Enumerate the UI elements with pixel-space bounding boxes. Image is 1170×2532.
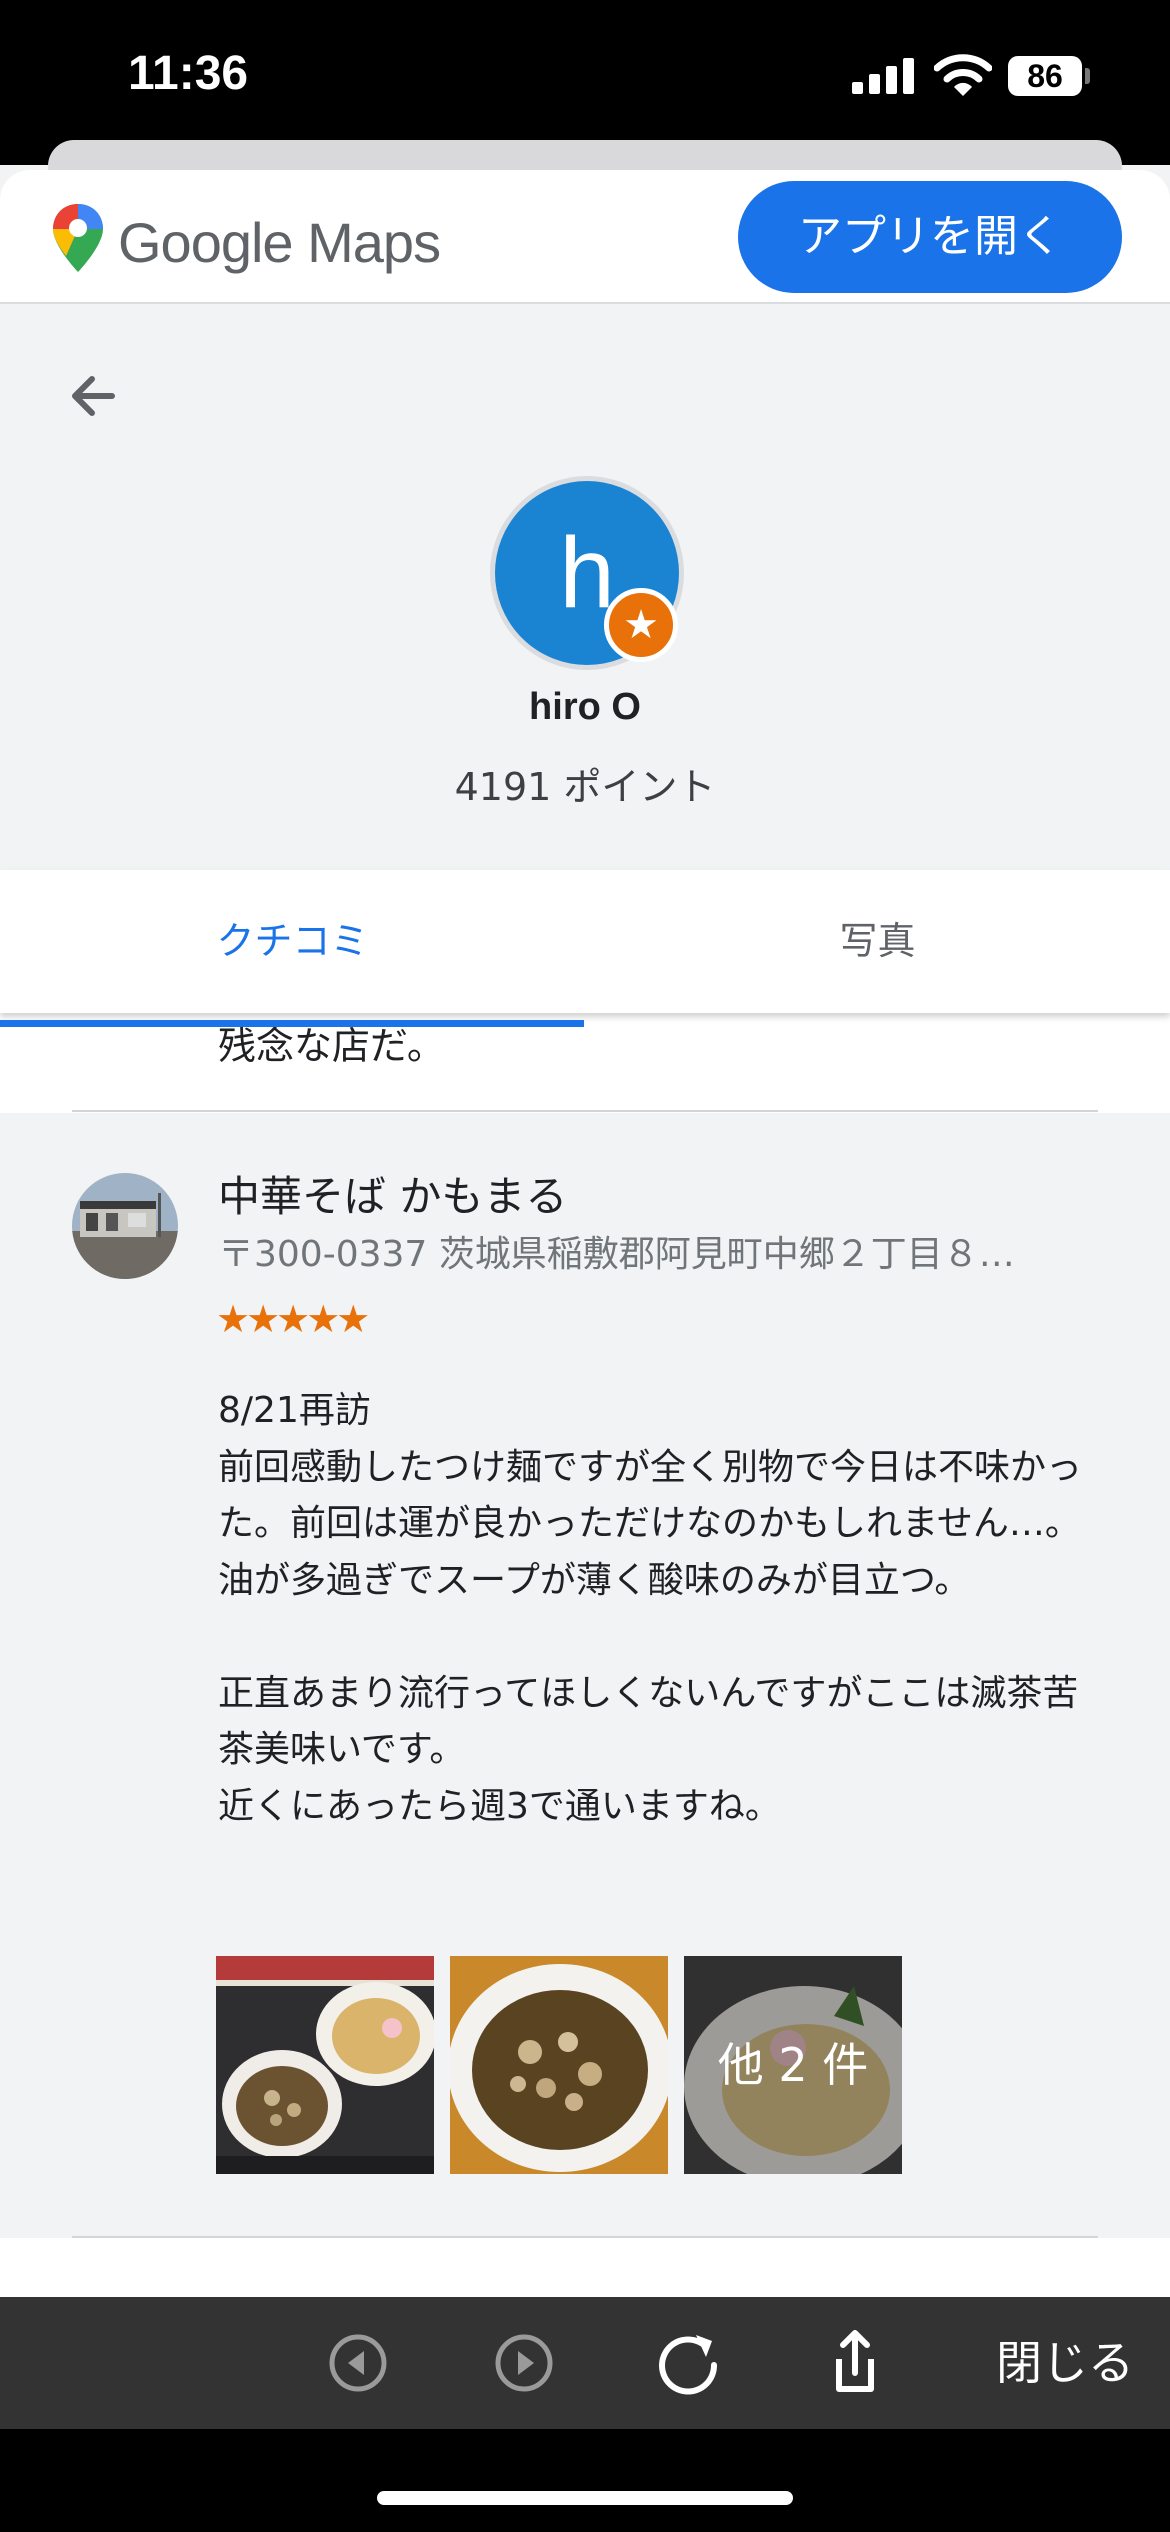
local-guide-star-icon: ★	[604, 588, 678, 662]
reload-icon[interactable]	[648, 2323, 728, 2403]
forward-icon[interactable]	[484, 2323, 564, 2403]
back-arrow-icon[interactable]	[62, 364, 126, 428]
tab-photos[interactable]: 写真	[585, 870, 1170, 1013]
place-address: 〒300-0337 茨城県稲敷郡阿見町中郷２丁目８…	[218, 1234, 1015, 1275]
divider	[72, 1110, 1098, 1112]
next-review-area	[0, 2238, 1170, 2298]
review-photo[interactable]	[216, 1956, 434, 2174]
maps-header: Google Maps アプリを開く	[0, 170, 1170, 304]
battery-icon: 86	[1008, 56, 1082, 96]
review-photo[interactable]	[450, 1956, 668, 2174]
wifi-icon	[934, 54, 992, 96]
back-icon[interactable]	[318, 2323, 398, 2403]
cellular-signal-icon	[852, 58, 916, 94]
home-bar-area	[0, 2429, 1170, 2532]
tab-bar: クチコミ 写真	[0, 870, 1170, 1013]
user-name: hiro O	[529, 686, 641, 728]
profile-section: h ★ hiro O 4191 ポイント	[0, 304, 1170, 869]
review-photo-more[interactable]: 他 2 件	[684, 1956, 902, 2174]
open-app-button[interactable]: アプリを開く	[738, 181, 1122, 293]
more-photos-label: 他 2 件	[684, 1956, 902, 2174]
google-maps-logo: Google Maps	[118, 211, 441, 274]
share-icon[interactable]	[815, 2323, 895, 2403]
review-text: 8/21再訪 前回感動したつけ麺ですが全く別物で今日は不味かった。前回は運が良か…	[218, 1390, 1083, 1827]
tab-reviews[interactable]: クチコミ	[0, 870, 585, 1013]
star-rating: ★★★★★	[216, 1297, 370, 1341]
close-button[interactable]: 閉じる	[996, 2327, 1134, 2393]
home-indicator[interactable]	[377, 2491, 793, 2505]
active-tab-indicator	[0, 1020, 584, 1027]
review-card: 中華そば かもまる 〒300-0337 茨城県稲敷郡阿見町中郷２丁目８… ★★★…	[0, 1113, 1170, 2238]
browser-toolbar: 閉じる	[0, 2297, 1170, 2429]
place-name[interactable]: 中華そば かもまる	[218, 1163, 567, 1224]
battery-cap	[1085, 68, 1090, 84]
previous-review: 残念な店だ。	[0, 1013, 1170, 1113]
google-maps-pin-icon	[53, 204, 103, 272]
user-points: 4191 ポイント	[454, 765, 716, 809]
place-thumbnail[interactable]	[72, 1173, 178, 1279]
status-time: 11:36	[128, 47, 249, 100]
